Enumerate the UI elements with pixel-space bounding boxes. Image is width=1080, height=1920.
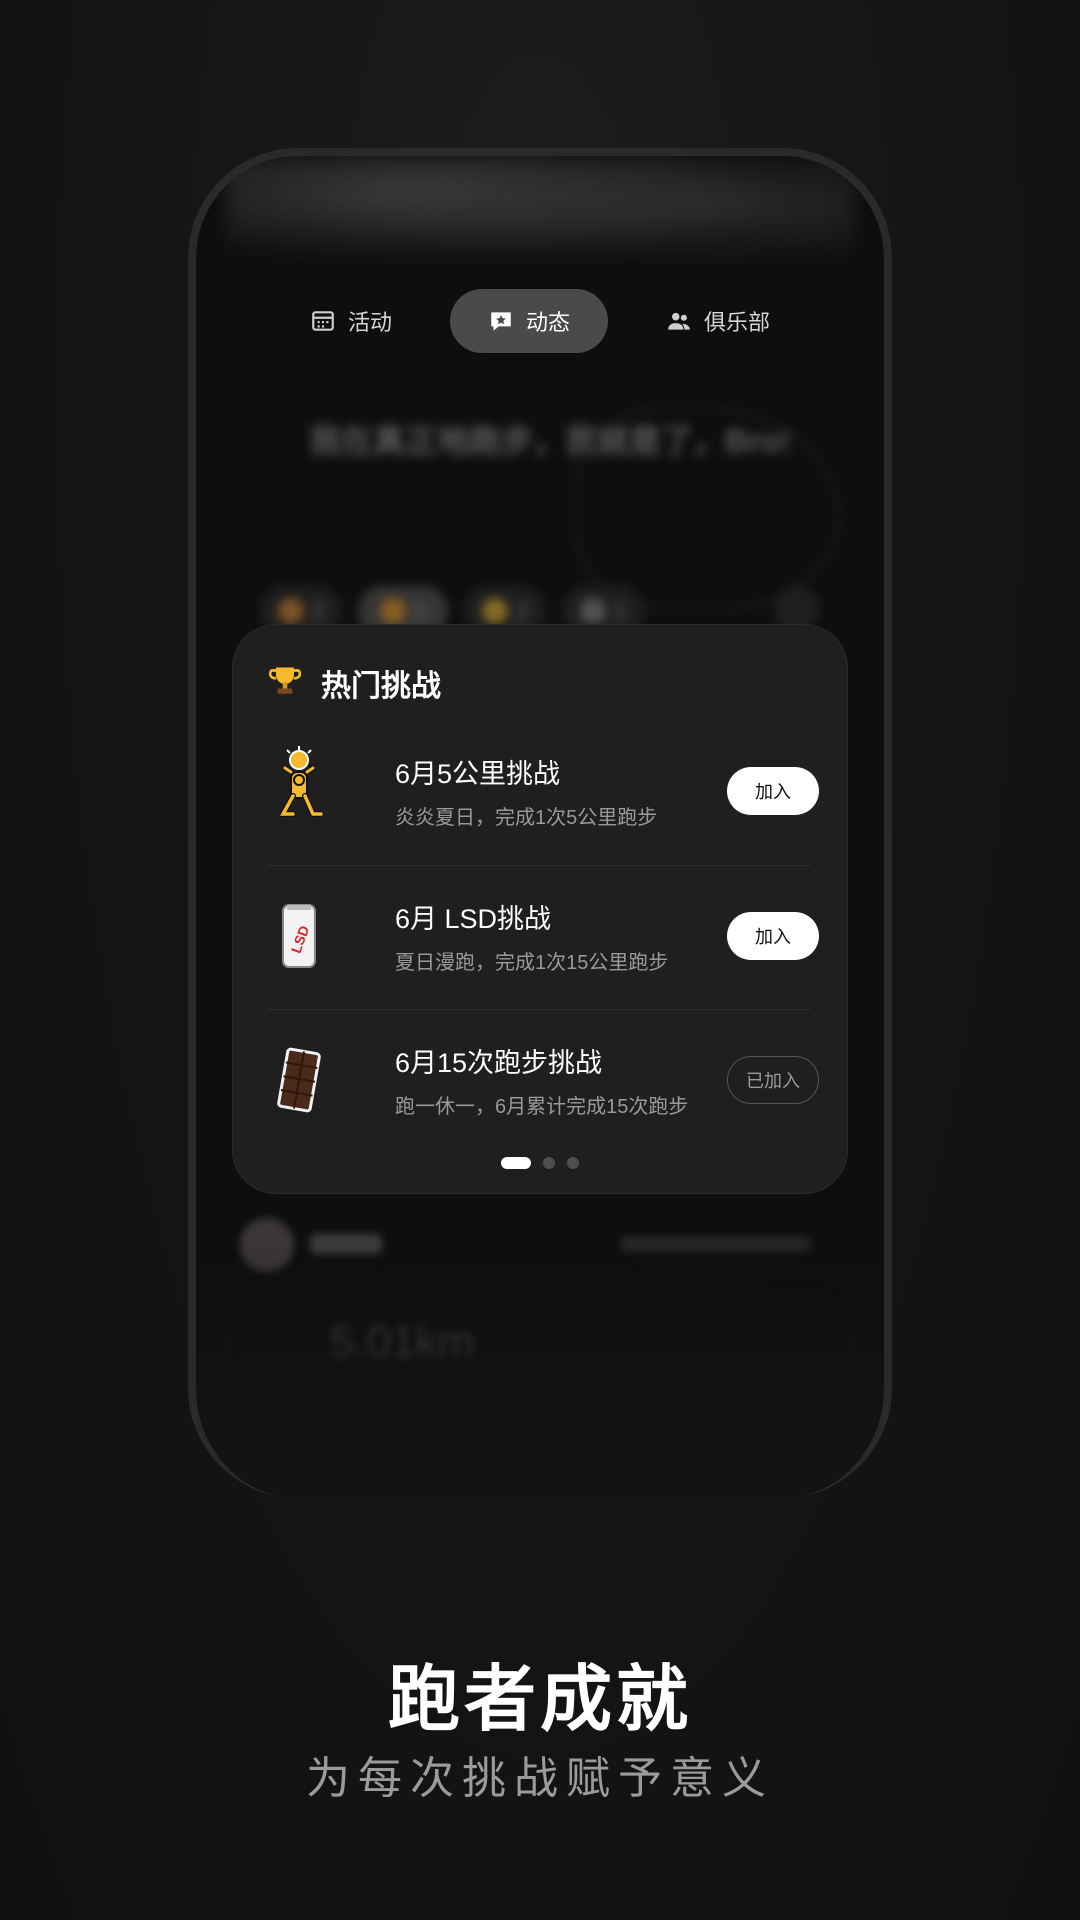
tab-label: 俱乐部 [704, 310, 771, 335]
subline: 为每次挑战赋予意义 [306, 1754, 774, 1803]
challenge-row[interactable]: LSD 6月 LSD挑战 夏日漫跑，完成1次15公里跑步 加入 [267, 876, 819, 996]
divider [267, 865, 811, 866]
trophy-icon [267, 663, 303, 704]
page-indicator [233, 1157, 847, 1169]
challenge-subtitle: 跑一休一，6月累计完成15次跑步 [395, 1096, 689, 1118]
challenge-row[interactable]: 6月15次跑步挑战 跑一休一，6月累计完成15次跑步 已加入 [267, 1020, 819, 1140]
phone-frame: 我在真正地跑步，我就是了，Bro! 2 6 2 1 活动 动态 俱乐部 热门挑战… [188, 148, 892, 1498]
people-icon [668, 312, 690, 330]
tab-club[interactable]: 俱乐部 [628, 289, 808, 353]
avatar [240, 1218, 294, 1272]
run-summary-card [230, 1294, 850, 1446]
challenge-subtitle: 夏日漫跑，完成1次15公里跑步 [395, 952, 669, 974]
joined-button[interactable]: 已加入 [727, 1056, 819, 1104]
hot-challenges-card: 热门挑战 6月5公里挑战 炎炎夏日，完成1次5公里跑步 加入 LSD 6月 LS… [232, 624, 848, 1194]
page-dot[interactable] [543, 1157, 555, 1169]
run-distance: 5.01km [330, 1318, 475, 1367]
challenge-title: 6月5公里挑战 [395, 759, 561, 789]
page-dot[interactable] [567, 1157, 579, 1169]
page-dot[interactable] [501, 1157, 531, 1169]
join-button[interactable]: 加入 [727, 767, 819, 815]
challenge-subtitle: 炎炎夏日，完成1次5公里跑步 [395, 807, 658, 829]
tab-feed[interactable]: 动态 [449, 289, 608, 353]
thumbs-up-icon [481, 598, 508, 624]
challenge-text: 6月 LSD挑战 夏日漫跑，完成1次15公里跑步 [395, 897, 727, 975]
reaction-count: 6 [413, 598, 427, 623]
chocolate-icon [267, 1035, 331, 1125]
tab-label: 活动 [347, 310, 392, 335]
card-header: 热门挑战 [267, 661, 441, 705]
runner-sun-icon [267, 746, 331, 836]
lower-post: 5.01km [230, 1218, 850, 1458]
headline: 跑者成就 [387, 1660, 692, 1740]
chat-star-icon [491, 312, 511, 331]
challenge-title: 6月15次跑步挑战 [395, 1048, 603, 1078]
tab-bar: 活动 动态 俱乐部 [196, 288, 884, 354]
wrench-icon [579, 598, 606, 624]
reaction-count: 1 [613, 598, 627, 623]
reaction-count: 2 [515, 598, 529, 623]
card-title: 热门挑战 [321, 670, 441, 703]
tab-activity[interactable]: 活动 [272, 289, 430, 353]
challenge-text: 6月5公里挑战 炎炎夏日，完成1次5公里跑步 [395, 752, 727, 830]
lsd-can-icon: LSD [267, 891, 331, 981]
user-name-placeholder [310, 1234, 382, 1254]
reaction-count: 2 [311, 598, 325, 623]
challenge-row[interactable]: 6月5公里挑战 炎炎夏日，完成1次5公里跑步 加入 [267, 731, 819, 851]
challenge-title: 6月 LSD挑战 [395, 904, 552, 934]
calendar-icon [312, 311, 334, 331]
divider [267, 1009, 811, 1010]
party-icon [277, 598, 304, 624]
post-meta-placeholder [620, 1236, 810, 1252]
join-button[interactable]: 加入 [727, 912, 819, 960]
smile-icon [379, 598, 406, 624]
challenge-text: 6月15次跑步挑战 跑一休一，6月累计完成15次跑步 [395, 1041, 727, 1119]
tab-label: 动态 [525, 310, 570, 335]
top-glow [226, 156, 854, 276]
